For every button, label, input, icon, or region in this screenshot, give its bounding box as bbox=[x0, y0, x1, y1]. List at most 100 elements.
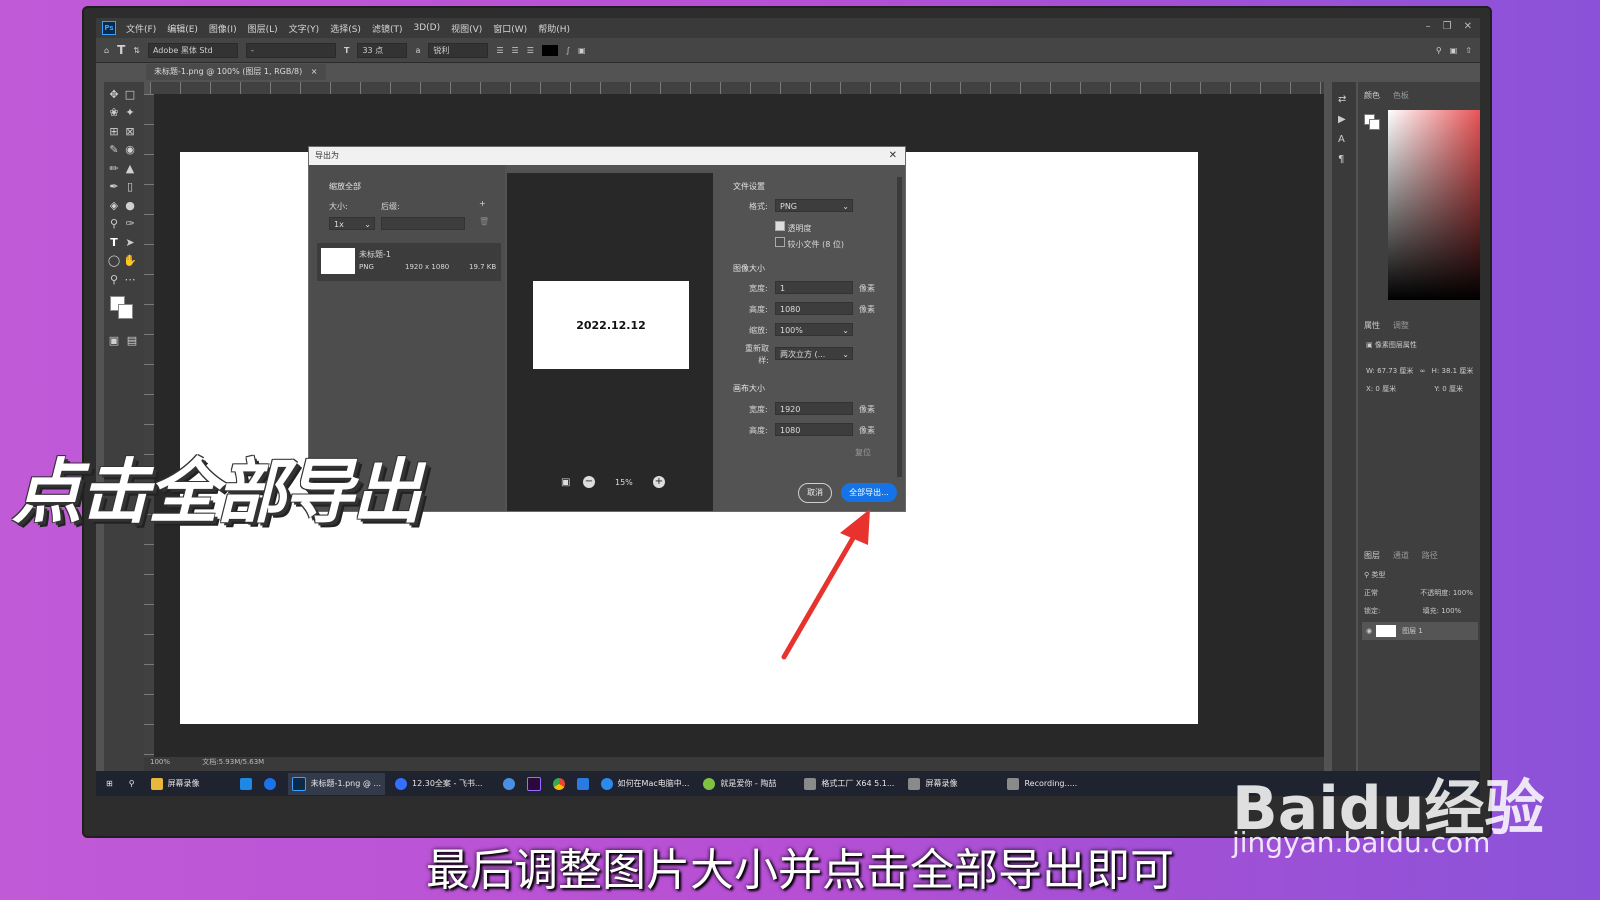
color-swatches[interactable] bbox=[110, 296, 133, 319]
cancel-button[interactable]: 取消 bbox=[798, 483, 832, 503]
menu-type[interactable]: 文字(Y) bbox=[289, 22, 320, 35]
align-center-icon[interactable]: ☰ bbox=[512, 46, 519, 55]
taskbar-item-chrome[interactable] bbox=[552, 777, 565, 790]
fg-bg-swatches[interactable] bbox=[1364, 114, 1380, 130]
tab-properties[interactable]: 属性 bbox=[1364, 321, 1380, 330]
orientation-icon[interactable]: ⇅ bbox=[133, 46, 140, 55]
font-family-select[interactable]: Adobe 黑体 Std bbox=[147, 42, 238, 58]
smaller-file-checkbox[interactable]: 较小文件 (8 位) bbox=[775, 237, 844, 250]
taskbar-item-music[interactable]: 就是爱你 - 陶喆 bbox=[703, 777, 776, 790]
start-icon[interactable]: ⊞ bbox=[106, 779, 113, 788]
x-value[interactable]: 0 厘米 bbox=[1375, 385, 1396, 393]
zoom-out-icon[interactable]: − bbox=[583, 476, 595, 488]
menu-view[interactable]: 视图(V) bbox=[451, 22, 482, 35]
fill-value[interactable]: 100% bbox=[1441, 607, 1461, 615]
scale-select[interactable]: 1x ⌄ bbox=[329, 217, 375, 230]
marquee-tool-icon[interactable]: □ bbox=[122, 86, 138, 102]
delete-scale-icon[interactable]: 🗑 bbox=[479, 217, 489, 226]
taskbar-item-browser[interactable]: 如何在Mac电脑中... bbox=[600, 777, 689, 790]
type-tool-sidebar-icon[interactable]: T bbox=[106, 234, 122, 250]
close-tab-icon[interactable]: × bbox=[311, 67, 318, 76]
blend-mode-select[interactable]: 正常 bbox=[1364, 589, 1378, 597]
canvas-width-input[interactable]: 1920 bbox=[775, 402, 853, 415]
shape-tool-icon[interactable]: ◯ bbox=[106, 253, 122, 269]
taskbar-item-lark[interactable] bbox=[576, 777, 589, 790]
actions-icon[interactable]: ▶ bbox=[1338, 110, 1350, 130]
home-icon[interactable]: ⌂ bbox=[104, 46, 109, 55]
paragraph-icon[interactable]: ¶ bbox=[1338, 150, 1350, 170]
text-color-swatch[interactable] bbox=[541, 44, 558, 56]
layer-name[interactable]: 图层 1 bbox=[1402, 626, 1423, 636]
dialog-close-icon[interactable]: ✕ bbox=[889, 147, 897, 165]
layer-kind-select[interactable]: 类型 bbox=[1371, 571, 1385, 579]
magic-wand-icon[interactable]: ✦ bbox=[122, 105, 138, 121]
taskbar-item-search-app[interactable] bbox=[263, 777, 276, 790]
tab-adjustments[interactable]: 调整 bbox=[1393, 321, 1409, 330]
share-icon[interactable]: ⇧ bbox=[1465, 46, 1472, 55]
stamp-tool-icon[interactable]: ▲ bbox=[122, 160, 138, 176]
antialias-select[interactable]: 锐利 bbox=[428, 42, 489, 58]
taskbar-item-recording[interactable]: Recording..... bbox=[1007, 777, 1077, 790]
character-icon[interactable]: A bbox=[1338, 130, 1350, 150]
link-icon[interactable]: ∞ bbox=[1420, 367, 1426, 375]
zoom-tool-icon[interactable]: ⚲ bbox=[106, 271, 122, 287]
pen-tool-icon[interactable]: ✑ bbox=[122, 216, 138, 232]
font-style-select[interactable]: - bbox=[245, 42, 336, 58]
opacity-value[interactable]: 100% bbox=[1453, 589, 1473, 597]
taskbar-item-recorder-folder[interactable]: 屏幕录像 bbox=[150, 777, 200, 790]
warp-text-icon[interactable]: ∫ bbox=[566, 46, 570, 55]
menu-edit[interactable]: 编辑(E) bbox=[167, 22, 198, 35]
menu-image[interactable]: 图像(I) bbox=[209, 22, 237, 35]
reset-button[interactable]: 复位 bbox=[855, 447, 871, 458]
screen-mode-icon[interactable]: ▤ bbox=[124, 332, 140, 348]
align-right-icon[interactable]: ☰ bbox=[527, 46, 534, 55]
fit-view-icon[interactable]: ▣ bbox=[561, 477, 570, 488]
restore-icon[interactable]: ❐ bbox=[1443, 21, 1452, 32]
history-brush-icon[interactable]: ✒ bbox=[106, 179, 122, 195]
more-tools-icon[interactable]: ⋯ bbox=[122, 271, 138, 287]
canvas-height-input[interactable]: 1080 bbox=[775, 423, 853, 436]
tab-channels[interactable]: 通道 bbox=[1393, 551, 1409, 560]
dodge-tool-icon[interactable]: ⚲ bbox=[106, 216, 122, 232]
eyedropper-icon[interactable]: ✎ bbox=[106, 142, 122, 158]
menu-help[interactable]: 帮助(H) bbox=[538, 22, 570, 35]
search-icon[interactable]: ⚲ bbox=[1436, 46, 1442, 55]
quick-mask-icon[interactable]: ▣ bbox=[106, 332, 122, 348]
zoom-level[interactable]: 100% bbox=[150, 758, 170, 766]
taskbar-item-app[interactable] bbox=[502, 777, 515, 790]
crop-tool-icon[interactable]: ⊞ bbox=[106, 123, 122, 139]
export-all-button[interactable]: 全部导出... bbox=[841, 483, 897, 502]
zoom-in-icon[interactable]: + bbox=[653, 476, 665, 488]
scale-percent-select[interactable]: 100% ⌄ bbox=[775, 323, 853, 336]
transparency-checkbox[interactable]: 透明度 bbox=[775, 221, 812, 234]
menu-layer[interactable]: 图层(L) bbox=[248, 22, 278, 35]
y-value[interactable]: 0 厘米 bbox=[1442, 385, 1463, 393]
close-icon[interactable]: ✕ bbox=[1464, 21, 1472, 32]
image-height-input[interactable]: 1080 bbox=[775, 302, 853, 315]
menu-filter[interactable]: 滤镜(T) bbox=[372, 22, 403, 35]
hand-tool-icon[interactable]: ✋ bbox=[122, 253, 138, 269]
blur-tool-icon[interactable]: ● bbox=[122, 197, 138, 213]
brush-tool-icon[interactable]: ✏ bbox=[106, 160, 122, 176]
image-width-input[interactable]: 1 bbox=[775, 281, 853, 294]
file-list-item[interactable]: 未标题-1 PNG 1920 x 1080 19.7 KB bbox=[317, 243, 501, 281]
tab-swatches[interactable]: 色板 bbox=[1393, 91, 1409, 100]
move-tool-icon[interactable]: ✥ bbox=[106, 86, 122, 102]
menu-3d[interactable]: 3D(D) bbox=[413, 23, 440, 33]
taskbar-item-photoshop[interactable]: 未标题-1.png @ ... bbox=[287, 772, 386, 795]
document-tab[interactable]: 未标题-1.png @ 100% (图层 1, RGB/8) × bbox=[146, 64, 326, 80]
width-value[interactable]: 67.73 厘米 bbox=[1377, 367, 1413, 375]
height-value[interactable]: 38.1 厘米 bbox=[1442, 367, 1474, 375]
color-picker-field[interactable] bbox=[1388, 110, 1480, 300]
add-scale-icon[interactable]: + bbox=[479, 199, 486, 208]
suffix-input[interactable] bbox=[381, 217, 465, 230]
paint-bucket-icon[interactable]: ◈ bbox=[106, 197, 122, 213]
align-left-icon[interactable]: ☰ bbox=[496, 46, 503, 55]
resample-select[interactable]: 两次立方 (... ⌄ bbox=[775, 347, 853, 360]
menu-select[interactable]: 选择(S) bbox=[330, 22, 361, 35]
tab-layers[interactable]: 图层 bbox=[1364, 551, 1380, 560]
patch-tool-icon[interactable]: ◉ bbox=[122, 142, 138, 158]
tab-paths[interactable]: 路径 bbox=[1422, 551, 1438, 560]
tab-color[interactable]: 颜色 bbox=[1364, 91, 1380, 100]
eraser-tool-icon[interactable]: ▯ bbox=[122, 179, 138, 195]
